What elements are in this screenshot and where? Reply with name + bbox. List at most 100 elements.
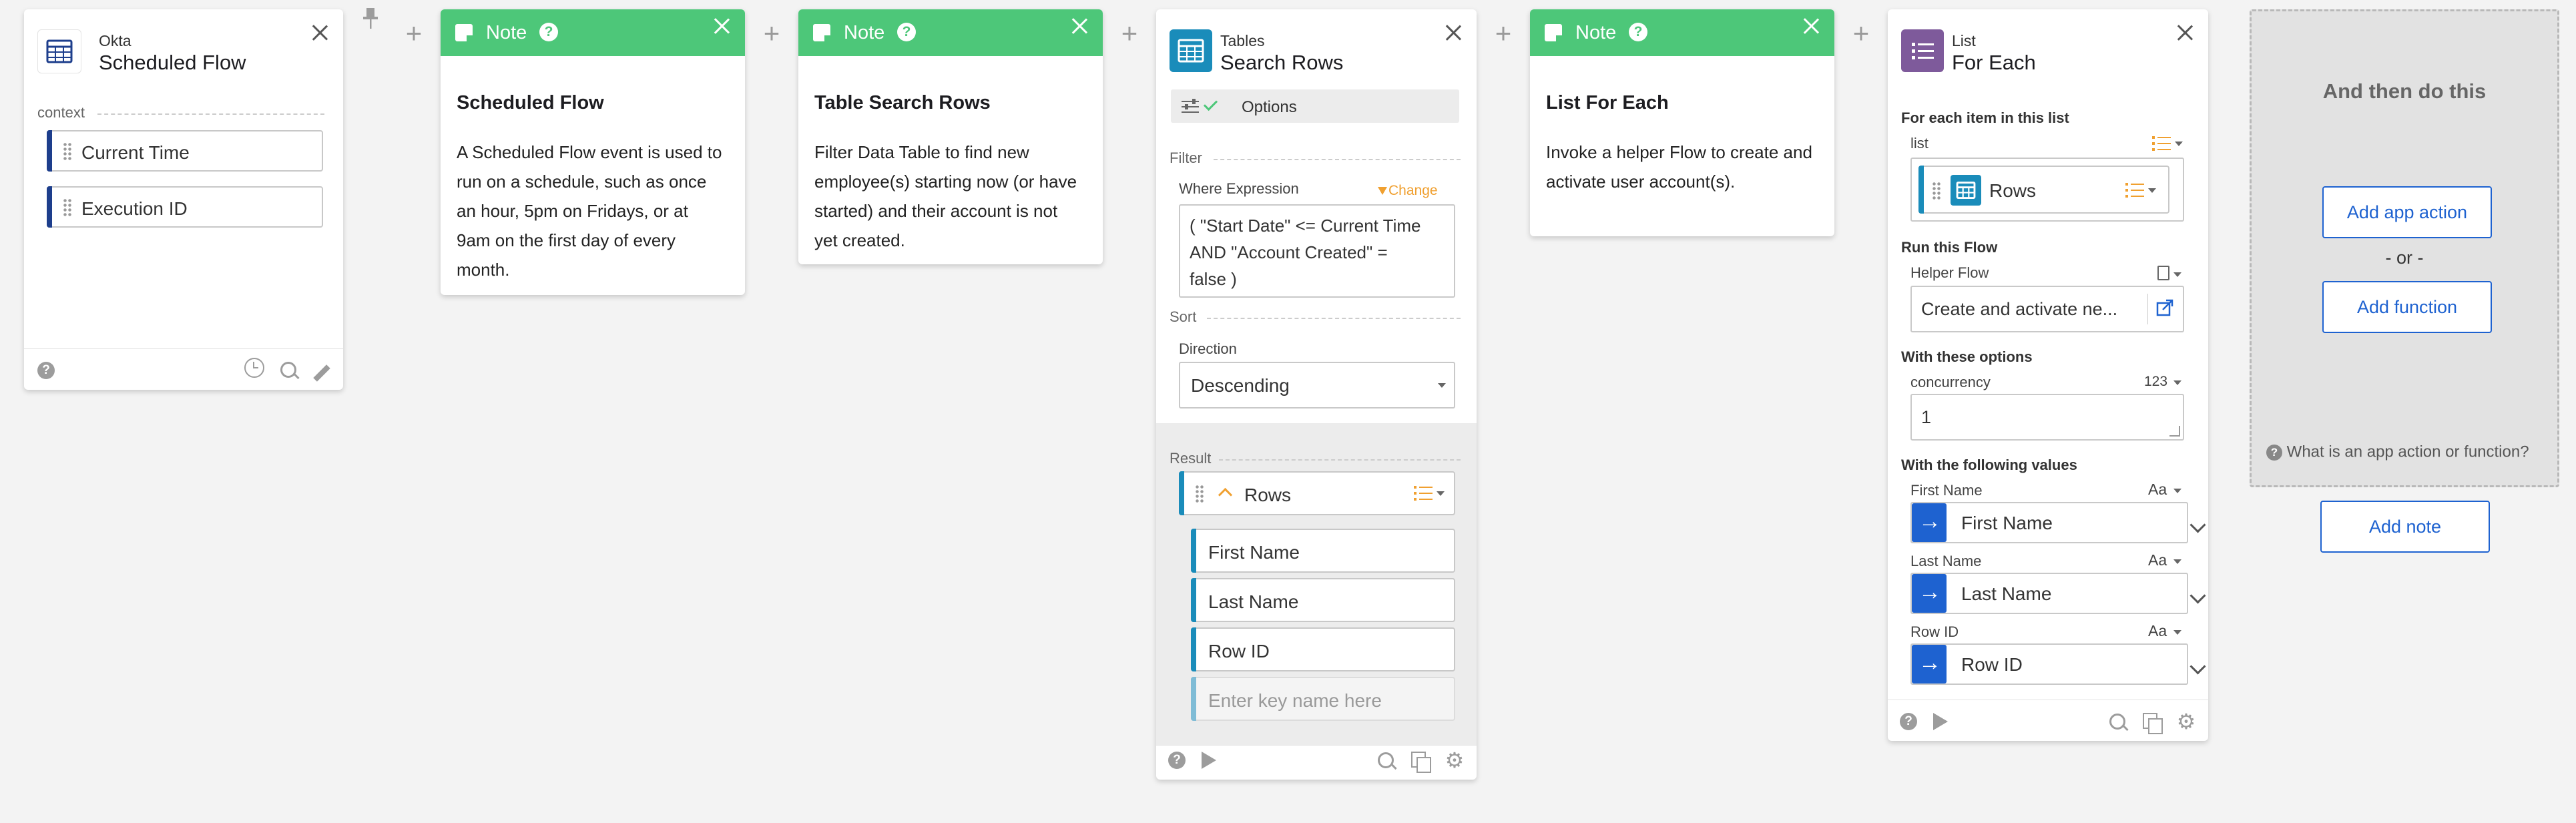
output-rows[interactable]: Rows bbox=[1179, 471, 1455, 515]
add-function-button[interactable]: Add function bbox=[2322, 281, 2492, 333]
change-link[interactable]: Change bbox=[1378, 183, 1438, 199]
chevron-down-icon[interactable] bbox=[2173, 380, 2181, 385]
note-body: Invoke a helper Flow to create and activ… bbox=[1546, 142, 1812, 192]
flow-type-icon[interactable] bbox=[2157, 266, 2169, 280]
mapping-arrow-icon bbox=[1912, 503, 1947, 542]
where-expression-field[interactable]: ( "Start Date" <= Current Time AND "Acco… bbox=[1179, 204, 1455, 298]
gear-icon[interactable]: ⚙ bbox=[1445, 750, 1465, 771]
drag-handle-icon[interactable] bbox=[63, 142, 72, 161]
close-icon[interactable] bbox=[2176, 24, 2194, 41]
concurrency-type[interactable]: 123 bbox=[2144, 374, 2167, 390]
chevron-down-icon[interactable] bbox=[2175, 142, 2183, 146]
add-step-plus-icon[interactable]: + bbox=[761, 19, 782, 47]
divider bbox=[97, 113, 324, 115]
concurrency-input[interactable]: 1 bbox=[1910, 394, 2184, 441]
help-icon[interactable]: ? bbox=[37, 362, 55, 379]
close-icon[interactable] bbox=[713, 17, 730, 35]
chevron-down-icon[interactable] bbox=[2173, 272, 2181, 277]
help-link[interactable]: ? What is an app action or function? bbox=[2266, 443, 2529, 462]
expand-chevron-icon[interactable] bbox=[2189, 587, 2206, 604]
filter-label: Filter bbox=[1170, 150, 1202, 166]
help-icon[interactable]: ? bbox=[897, 23, 916, 41]
copy-icon[interactable] bbox=[2143, 713, 2163, 734]
add-note-button[interactable]: Add note bbox=[2320, 501, 2490, 553]
card-title: Search Rows bbox=[1220, 51, 1344, 74]
add-step-plus-icon[interactable]: + bbox=[403, 19, 425, 47]
sliders-icon bbox=[1182, 99, 1199, 113]
search-icon[interactable] bbox=[1378, 752, 1397, 770]
chevron-down-icon[interactable] bbox=[2148, 188, 2156, 193]
pin-icon[interactable] bbox=[360, 7, 380, 29]
value-input-last-name[interactable]: Last Name bbox=[1910, 573, 2188, 614]
row-field-row-id[interactable]: Row ID bbox=[1191, 627, 1455, 671]
row-field-first-name[interactable]: First Name bbox=[1191, 529, 1455, 573]
key-placeholder: Enter key name here bbox=[1208, 690, 1382, 711]
help-icon[interactable]: ? bbox=[1900, 713, 1917, 730]
output-color-bar bbox=[1191, 627, 1196, 671]
play-icon[interactable] bbox=[1933, 713, 1948, 730]
note-label: Note bbox=[486, 22, 527, 43]
chevron-down-icon[interactable] bbox=[2173, 630, 2181, 635]
list-input-box[interactable]: Rows bbox=[1910, 158, 2184, 222]
list-type-icon[interactable] bbox=[1414, 486, 1433, 501]
help-icon[interactable]: ? bbox=[539, 23, 558, 41]
search-icon[interactable] bbox=[2109, 714, 2129, 732]
direction-select[interactable]: Descending bbox=[1179, 362, 1455, 408]
note-icon bbox=[813, 24, 830, 41]
help-icon[interactable]: ? bbox=[1168, 752, 1186, 769]
gear-icon[interactable]: ⚙ bbox=[2176, 711, 2196, 732]
search-icon[interactable] bbox=[280, 362, 300, 380]
note-label: Note bbox=[844, 22, 885, 43]
add-step-plus-icon[interactable]: + bbox=[1493, 19, 1514, 47]
copy-icon[interactable] bbox=[1411, 752, 1431, 773]
close-icon[interactable] bbox=[311, 24, 328, 41]
chevron-down-icon[interactable] bbox=[2173, 489, 2181, 493]
chevron-down-icon[interactable] bbox=[1437, 491, 1445, 496]
drag-handle-icon[interactable] bbox=[1932, 182, 1941, 200]
value-type-row-id[interactable]: Aa bbox=[2148, 622, 2167, 640]
new-key-input[interactable]: Enter key name here bbox=[1191, 677, 1455, 721]
result-label: Result bbox=[1170, 450, 1212, 467]
note-title: List For Each bbox=[1546, 92, 1669, 113]
close-icon[interactable] bbox=[1802, 17, 1820, 35]
options-bar[interactable]: Options bbox=[1171, 89, 1459, 123]
play-icon[interactable] bbox=[1202, 752, 1216, 769]
open-external-icon[interactable] bbox=[2156, 299, 2173, 316]
add-app-action-button[interactable]: Add app action bbox=[2322, 186, 2492, 238]
pencil-icon[interactable] bbox=[313, 364, 330, 382]
value-input-row-id[interactable]: Row ID bbox=[1910, 643, 2188, 685]
helper-flow-field[interactable]: Create and activate ne... bbox=[1910, 286, 2184, 332]
direction-value: Descending bbox=[1191, 375, 1290, 396]
row-field-last-name[interactable]: Last Name bbox=[1191, 578, 1455, 622]
list-type-icon[interactable] bbox=[2152, 136, 2171, 151]
concurrency-value: 1 bbox=[1921, 407, 1932, 427]
drag-handle-icon[interactable] bbox=[63, 198, 72, 217]
value-type-first-name[interactable]: Aa bbox=[2148, 481, 2167, 499]
value-text: Row ID bbox=[1961, 654, 2023, 675]
expand-chevron-icon[interactable] bbox=[2189, 517, 2206, 533]
note-card-table-search-rows: Note ? Table Search Rows Filter Data Tab… bbox=[798, 9, 1103, 264]
expand-chevron-icon[interactable] bbox=[2189, 658, 2206, 675]
add-step-plus-icon[interactable]: + bbox=[1850, 19, 1872, 47]
value-input-first-name[interactable]: First Name bbox=[1910, 502, 2188, 543]
output-current-time[interactable]: Current Time bbox=[47, 130, 323, 172]
close-icon[interactable] bbox=[1445, 24, 1462, 41]
list-icon bbox=[1901, 29, 1944, 72]
collapse-chevron-icon[interactable] bbox=[1218, 487, 1233, 503]
drag-handle-icon[interactable] bbox=[1195, 485, 1204, 503]
output-execution-id[interactable]: Execution ID bbox=[47, 186, 323, 228]
close-icon[interactable] bbox=[1071, 17, 1088, 35]
list-label: list bbox=[1910, 135, 1928, 152]
list-value-pill[interactable]: Rows bbox=[1918, 166, 2169, 214]
history-icon[interactable] bbox=[244, 358, 264, 378]
help-icon[interactable]: ? bbox=[1629, 23, 1647, 41]
resize-handle-icon[interactable] bbox=[2169, 426, 2180, 437]
sort-label: Sort bbox=[1170, 308, 1197, 325]
chevron-down-icon[interactable] bbox=[2173, 559, 2181, 564]
list-type-icon[interactable] bbox=[2125, 183, 2144, 198]
helper-flow-value: Create and activate ne... bbox=[1921, 299, 2118, 319]
change-label: Change bbox=[1388, 183, 1438, 198]
value-type-last-name[interactable]: Aa bbox=[2148, 551, 2167, 569]
add-step-plus-icon[interactable]: + bbox=[1119, 19, 1140, 47]
row-field-label: Row ID bbox=[1208, 641, 1270, 661]
